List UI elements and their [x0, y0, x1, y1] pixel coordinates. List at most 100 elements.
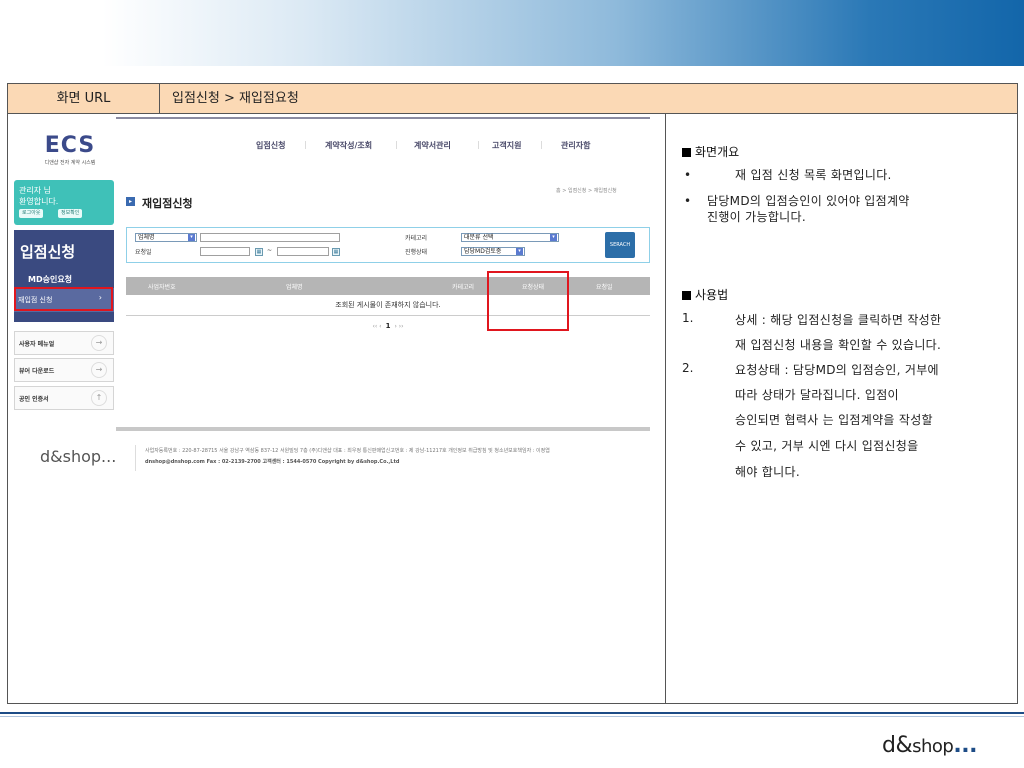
bottom-rule [0, 712, 1024, 714]
col-company: 업체명 [286, 284, 303, 291]
quick-link-certificate[interactable]: 공인 인증서 ↑ [14, 386, 114, 410]
overview-heading: 화면개요 [682, 143, 739, 160]
logo-dots: ... [953, 733, 977, 758]
quick-link-viewer[interactable]: 뷰어 다운로드 → [14, 358, 114, 382]
footer-line [116, 427, 650, 431]
col-date: 요청일 [596, 284, 613, 291]
corner-logo: d&shop... [882, 733, 977, 758]
nav-separator: | [477, 140, 480, 149]
nav-item-apply[interactable]: 입점신청 [256, 140, 285, 151]
usage2-line-1: 요청상태 : 담당MD의 입점승인, 거부에 [735, 363, 939, 377]
arrow-up-icon: ↑ [91, 390, 107, 406]
usage-number-2: 2. [682, 361, 694, 375]
logo-subtitle: 디앤샵 전자 계약 시스템 [44, 160, 96, 166]
category-label: 카테고리 [405, 235, 428, 242]
mock-top-line [116, 117, 650, 119]
sidebar-bottom [14, 312, 114, 322]
status-select-value: 담당MD검토중 [464, 248, 502, 255]
breadcrumb: 홈 > 입점신청 > 재입점신청 [556, 188, 617, 194]
footer-contact: dnshop@dnshop.com Fax : 02-2139-2700 고객센… [145, 459, 400, 465]
quick-link-manual[interactable]: 사용자 메뉴얼 → [14, 331, 114, 355]
pager-prev[interactable]: ‹‹ ‹ [372, 323, 381, 330]
date-tilde: ~ [267, 247, 273, 254]
keyword-input[interactable] [200, 233, 340, 242]
top-gradient-band [0, 0, 1024, 66]
quick-link-label: 사용자 메뉴얼 [19, 341, 55, 348]
field-select[interactable]: 업체명 ▾ [135, 233, 197, 242]
greeting-name: 관리자 님 [19, 186, 51, 195]
nav-item-support[interactable]: 고객지원 [492, 140, 521, 151]
greeting-box: 관리자 님 환영합니다. 로그아웃 정보확인 [14, 180, 114, 225]
url-value: 입점신청 > 재입점요청 [172, 91, 299, 106]
logo-amp: & [895, 733, 913, 758]
title-arrow-icon: ▸ [126, 197, 135, 206]
info-button[interactable]: 정보확인 [58, 209, 83, 218]
usage-number-1: 1. [682, 311, 694, 325]
field-select-value: 업체명 [138, 234, 155, 241]
ecs-logo: ECS 디앤샵 전자 계약 시스템 [25, 133, 115, 166]
status-select[interactable]: 담당MD검토중 ▾ [461, 247, 525, 256]
sidebar-item-md-approval[interactable]: MD승인요청 [14, 272, 114, 288]
usage1-line-2: 재 입점신청 내용을 확인할 수 있습니다. [735, 338, 942, 352]
date-to-input[interactable] [277, 247, 329, 256]
highlight-box-sidebar [14, 287, 113, 311]
chevron-down-icon: ▾ [550, 234, 557, 241]
calendar-icon[interactable]: ▦ [255, 248, 263, 256]
highlight-box-status [487, 271, 569, 331]
nav-separator: | [540, 140, 543, 149]
col-biz-number: 사업자번호 [148, 284, 176, 291]
table-bottom-line [126, 315, 650, 316]
overview-line-2: 담당MD의 입점승인이 있어야 입점계약 [707, 194, 910, 208]
logo-shop: shop [912, 736, 954, 757]
url-label: 화면 URL [8, 84, 160, 113]
footer-logo: d&shop... [40, 447, 117, 466]
overview-title: 화면개요 [695, 145, 740, 159]
category-select-value: 대분류 선택 [464, 234, 494, 241]
usage2-line-5: 해야 합니다. [735, 465, 800, 479]
top-nav: 입점신청 | 계약작성/조회 | 계약서관리 | 고객지원 | 관리자함 [240, 140, 630, 154]
sidebar-title: 입점신청 [14, 230, 114, 272]
nav-separator: | [304, 140, 307, 149]
quick-link-label: 공인 인증서 [19, 396, 49, 403]
logout-button[interactable]: 로그아웃 [19, 209, 44, 218]
quick-link-label: 뷰어 다운로드 [19, 368, 55, 375]
arrow-right-icon: → [91, 362, 107, 378]
category-select[interactable]: 대분류 선택 ▾ [461, 233, 559, 242]
bullet-dot: • [684, 168, 692, 182]
page-title: 재입점신청 [142, 197, 193, 210]
sidebar-item-label: MD승인요청 [28, 275, 73, 284]
status-label: 진행상태 [405, 249, 428, 256]
chevron-down-icon: ▾ [188, 234, 195, 241]
pagination: ‹‹ ‹ 1 › ›› [126, 322, 650, 330]
arrow-right-icon: → [91, 335, 107, 351]
pager-page-1[interactable]: 1 [386, 322, 391, 330]
column-divider [665, 114, 666, 703]
table-header: 사업자번호 업체명 카테고리 요청상태 요청일 [126, 277, 650, 295]
usage1-line-1: 상세 : 해당 입점신청을 클릭하면 작성한 [735, 313, 942, 327]
greeting-welcome: 환영합니다. [19, 197, 59, 206]
col-category: 카테고리 [452, 284, 475, 291]
date-from-input[interactable] [200, 247, 250, 256]
nav-item-contract-create[interactable]: 계약작성/조회 [325, 140, 372, 151]
empty-message: 조회된 게시물이 존재하지 않습니다. [335, 301, 441, 309]
bottom-rule-thin [0, 716, 1024, 717]
nav-item-admin[interactable]: 관리자함 [561, 140, 590, 151]
date-label: 요청일 [135, 249, 152, 256]
usage2-line-4: 수 있고, 거부 시엔 다시 입점신청을 [735, 439, 919, 453]
url-header-row: 화면 URL 입점신청 > 재입점요청 [8, 84, 1017, 114]
square-bullet-icon [682, 291, 691, 300]
bullet-dot: • [684, 194, 692, 208]
logo-title: ECS [44, 133, 96, 158]
usage-heading: 사용법 [682, 286, 728, 303]
logo-d: d [882, 733, 896, 758]
pager-next[interactable]: › ›› [394, 323, 403, 330]
overview-line-1: 재 입점 신청 목록 화면입니다. [735, 168, 892, 182]
overview-line-3: 진행이 가능합니다. [707, 210, 806, 224]
search-button[interactable]: SERACH [605, 232, 635, 258]
footer-company-info: 사업자등록번호 : 220-87-28715 서울 강남구 역삼동 837-12… [145, 448, 550, 454]
calendar-icon[interactable]: ▦ [332, 248, 340, 256]
usage-title: 사용법 [695, 288, 729, 302]
nav-item-contract-manage[interactable]: 계약서관리 [414, 140, 451, 151]
search-panel: 업체명 ▾ 요청일 ▦ ~ ▦ 카테고리 대분류 선택 ▾ 진행상태 담당MD검… [126, 227, 650, 263]
usage2-line-2: 따라 상태가 달라집니다. 입점이 [735, 388, 899, 402]
